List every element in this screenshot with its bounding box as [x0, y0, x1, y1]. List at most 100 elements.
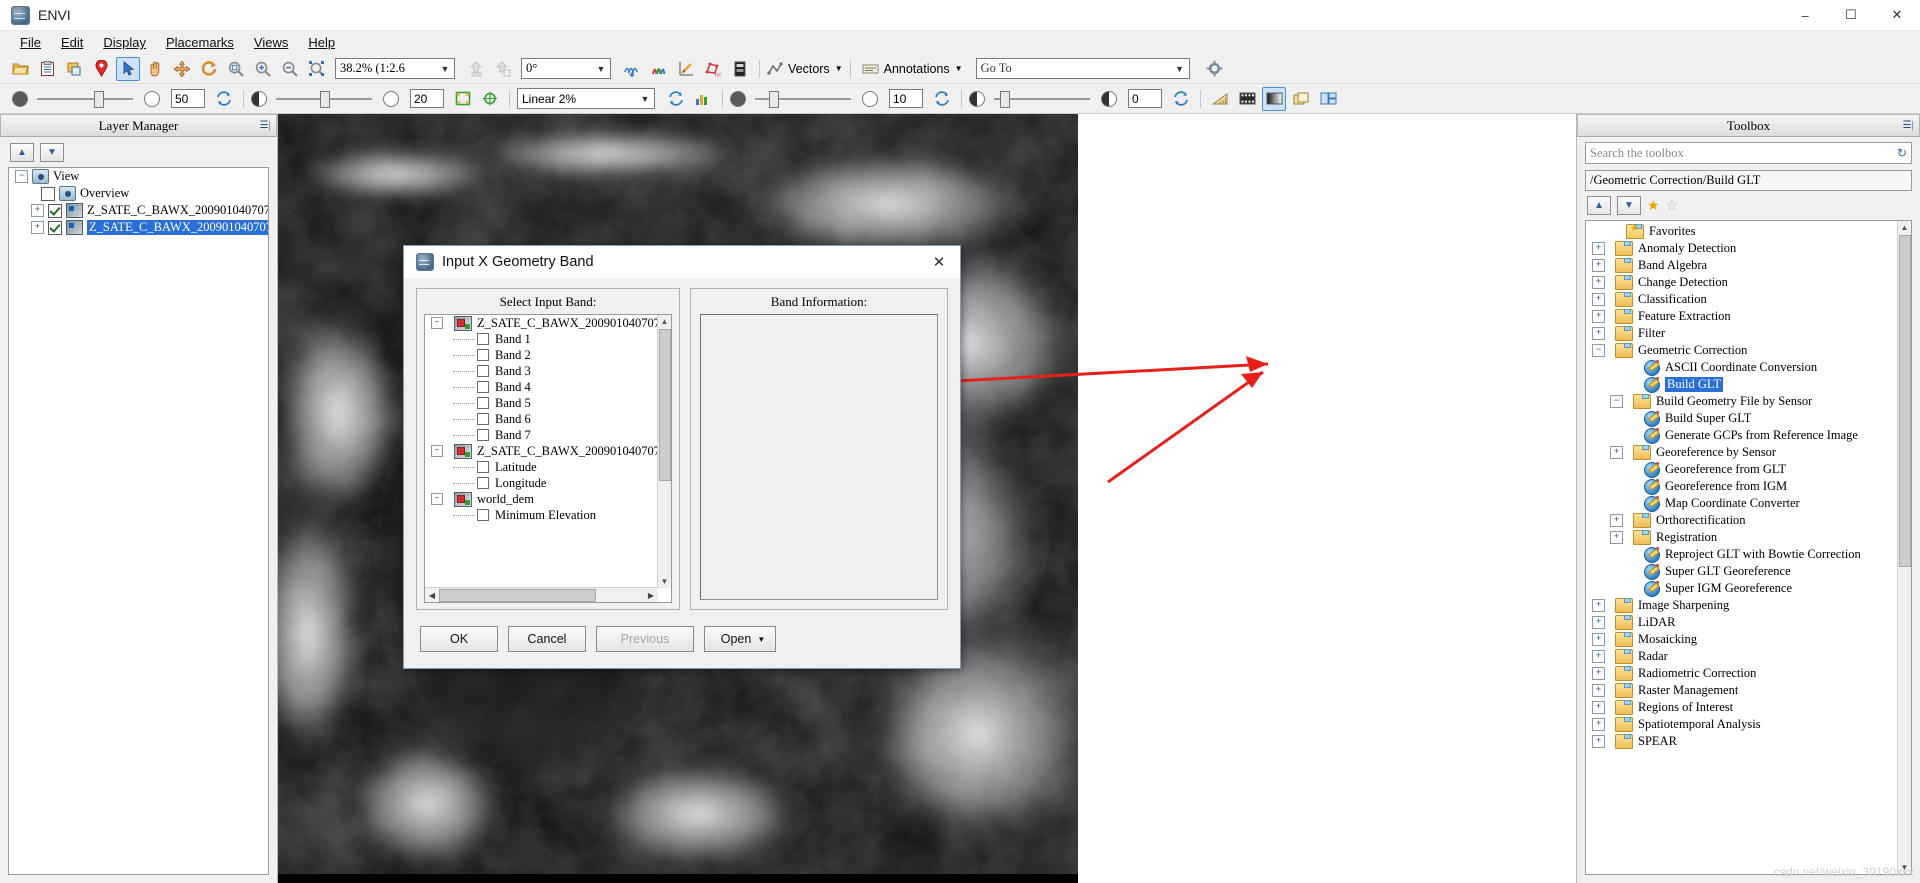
- tree-expander[interactable]: +: [31, 221, 44, 234]
- tree-expander[interactable]: +: [1592, 718, 1605, 731]
- multi-profile-icon[interactable]: [647, 57, 671, 81]
- tree-expander[interactable]: +: [1592, 735, 1605, 748]
- tree-expander[interactable]: +: [1592, 276, 1605, 289]
- band-tree-item[interactable]: Band 4: [425, 379, 658, 395]
- band-tree-item[interactable]: − world_dem: [425, 491, 658, 507]
- band-tree-vscroll-thumb[interactable]: [659, 329, 671, 481]
- tile-icon[interactable]: [1316, 87, 1340, 111]
- tree-expander[interactable]: −: [431, 493, 443, 505]
- toolbox-tree-item[interactable]: + Georeference by Sensor: [1586, 444, 1898, 461]
- tree-expander[interactable]: +: [1592, 293, 1605, 306]
- band-tree-item[interactable]: − Z_SATE_C_BAWX_20090104070730_P_: [425, 443, 658, 459]
- band-tree-hscroll-thumb[interactable]: [439, 588, 596, 602]
- tree-expander[interactable]: −: [431, 317, 443, 329]
- toolbox-tree-item[interactable]: + Band Algebra: [1586, 257, 1898, 274]
- sharpen-refresh-icon[interactable]: [930, 87, 954, 111]
- chevron-down-icon[interactable]: ▼: [40, 143, 64, 162]
- refresh-icon[interactable]: ↻: [1897, 146, 1907, 161]
- go-up-layer-icon[interactable]: [491, 57, 515, 81]
- brightness-slider[interactable]: [276, 90, 372, 108]
- toolbox-tree-item[interactable]: + Radiometric Correction: [1586, 665, 1898, 682]
- tree-expander[interactable]: +: [1610, 514, 1623, 527]
- zoom-to-extent-icon[interactable]: [224, 57, 248, 81]
- toolbox-vscrollbar[interactable]: ▲ ▼: [1897, 221, 1911, 874]
- density-slice-icon[interactable]: [728, 57, 752, 81]
- toolbox-tree-item[interactable]: + SPEAR: [1586, 733, 1898, 750]
- menu-views[interactable]: Views: [244, 32, 298, 53]
- tree-expander[interactable]: +: [1592, 701, 1605, 714]
- toolbox-tree-item[interactable]: + Classification: [1586, 291, 1898, 308]
- cancel-button[interactable]: Cancel: [508, 626, 586, 652]
- band-checkbox[interactable]: [477, 333, 489, 345]
- gradient-icon[interactable]: [1262, 86, 1286, 111]
- band-tree-item[interactable]: Longitude: [425, 475, 658, 491]
- menu-display[interactable]: Display: [93, 32, 156, 53]
- pin-icon[interactable]: ☰|: [1900, 117, 1916, 133]
- toolbox-tree-item[interactable]: + Feature Extraction: [1586, 308, 1898, 325]
- toolbox-tree-item[interactable]: + Change Detection: [1586, 274, 1898, 291]
- toolbox-tree-item[interactable]: + Anomaly Detection: [1586, 240, 1898, 257]
- band-checkbox[interactable]: [477, 381, 489, 393]
- scroll-down-arrow[interactable]: ▼: [658, 575, 671, 588]
- refresh-icon[interactable]: [212, 87, 236, 111]
- portal-icon[interactable]: [451, 87, 475, 111]
- tree-expander[interactable]: +: [1592, 616, 1605, 629]
- goto-combo[interactable]: Go To ▼: [975, 58, 1190, 79]
- layer-tree-item[interactable]: + Z_SATE_C_BAWX_20090104070730_: [9, 202, 268, 219]
- tree-expander[interactable]: +: [1592, 327, 1605, 340]
- sharpen-slider[interactable]: [755, 90, 851, 108]
- star-filled-icon[interactable]: ★: [1647, 197, 1660, 214]
- toolbox-tree-item[interactable]: + Radar: [1586, 648, 1898, 665]
- band-checkbox[interactable]: [477, 477, 489, 489]
- ok-button[interactable]: OK: [420, 626, 498, 652]
- rotate-icon[interactable]: [197, 57, 221, 81]
- tree-expander[interactable]: −: [15, 170, 28, 183]
- go-up-icon[interactable]: [464, 57, 488, 81]
- toolbox-tree-item[interactable]: Build Super GLT: [1586, 410, 1898, 427]
- layer-visibility-checkbox[interactable]: [48, 220, 62, 235]
- roi-tool-icon[interactable]: roi: [701, 57, 725, 81]
- toolbox-tree-item[interactable]: − Geometric Correction: [1586, 342, 1898, 359]
- layer-visibility-checkbox[interactable]: [48, 203, 62, 218]
- brightness-value[interactable]: 20: [410, 89, 444, 108]
- band-checkbox[interactable]: [477, 413, 489, 425]
- toolbox-tree-item[interactable]: + Raster Management: [1586, 682, 1898, 699]
- chevron-up-icon[interactable]: ▲: [1587, 196, 1611, 215]
- tree-expander[interactable]: −: [431, 445, 443, 457]
- measure-icon[interactable]: [1208, 87, 1232, 111]
- menu-edit[interactable]: Edit: [51, 32, 93, 53]
- pan-hand-icon[interactable]: [143, 57, 167, 81]
- zoom-out-icon[interactable]: [278, 57, 302, 81]
- gear-icon[interactable]: [1203, 57, 1227, 81]
- scroll-up-arrow[interactable]: ▲: [658, 315, 671, 328]
- tree-expander[interactable]: +: [1592, 242, 1605, 255]
- fly-icon[interactable]: [170, 57, 194, 81]
- chevron-down-icon[interactable]: ▼: [1617, 196, 1641, 215]
- toolbox-search-input[interactable]: Search the toolbox ↻: [1585, 142, 1912, 164]
- toolbox-tree-item[interactable]: + Image Sharpening: [1586, 597, 1898, 614]
- layer-tree-item[interactable]: Overview: [9, 185, 268, 202]
- crosshair-icon[interactable]: [478, 87, 502, 111]
- zoom-selection-icon[interactable]: [305, 57, 329, 81]
- select-arrow-icon[interactable]: [116, 56, 140, 81]
- cascade-icon[interactable]: [1289, 87, 1313, 111]
- tree-expander[interactable]: +: [1592, 310, 1605, 323]
- scroll-up-arrow[interactable]: ▲: [1898, 221, 1911, 234]
- band-tree[interactable]: −Z_SATE_C_BAWX_20090104070730_P_Band 1Ba…: [424, 314, 672, 603]
- toolbox-tree[interactable]: Favorites + Anomaly Detection + Band Algebra…: [1585, 220, 1912, 875]
- blend-refresh-icon[interactable]: [1169, 87, 1193, 111]
- stretch-refresh-icon[interactable]: [664, 87, 688, 111]
- layer-visibility-checkbox[interactable]: [41, 186, 55, 201]
- maximize-button[interactable]: ☐: [1828, 0, 1874, 30]
- clipboard-icon[interactable]: [35, 57, 59, 81]
- toolbox-tree-item[interactable]: + Mosaicking: [1586, 631, 1898, 648]
- toolbox-tree-item[interactable]: + Regions of Interest: [1586, 699, 1898, 716]
- spectral-profile-icon[interactable]: [620, 57, 644, 81]
- band-tree-item[interactable]: Minimum Elevation: [425, 507, 658, 523]
- minimize-button[interactable]: –: [1782, 0, 1828, 30]
- band-tree-item[interactable]: Band 7: [425, 427, 658, 443]
- tree-expander[interactable]: +: [1610, 531, 1623, 544]
- menu-file[interactable]: File: [10, 32, 51, 53]
- toolbox-tree-item[interactable]: + Filter: [1586, 325, 1898, 342]
- toolbox-tree-item[interactable]: Super IGM Georeference: [1586, 580, 1898, 597]
